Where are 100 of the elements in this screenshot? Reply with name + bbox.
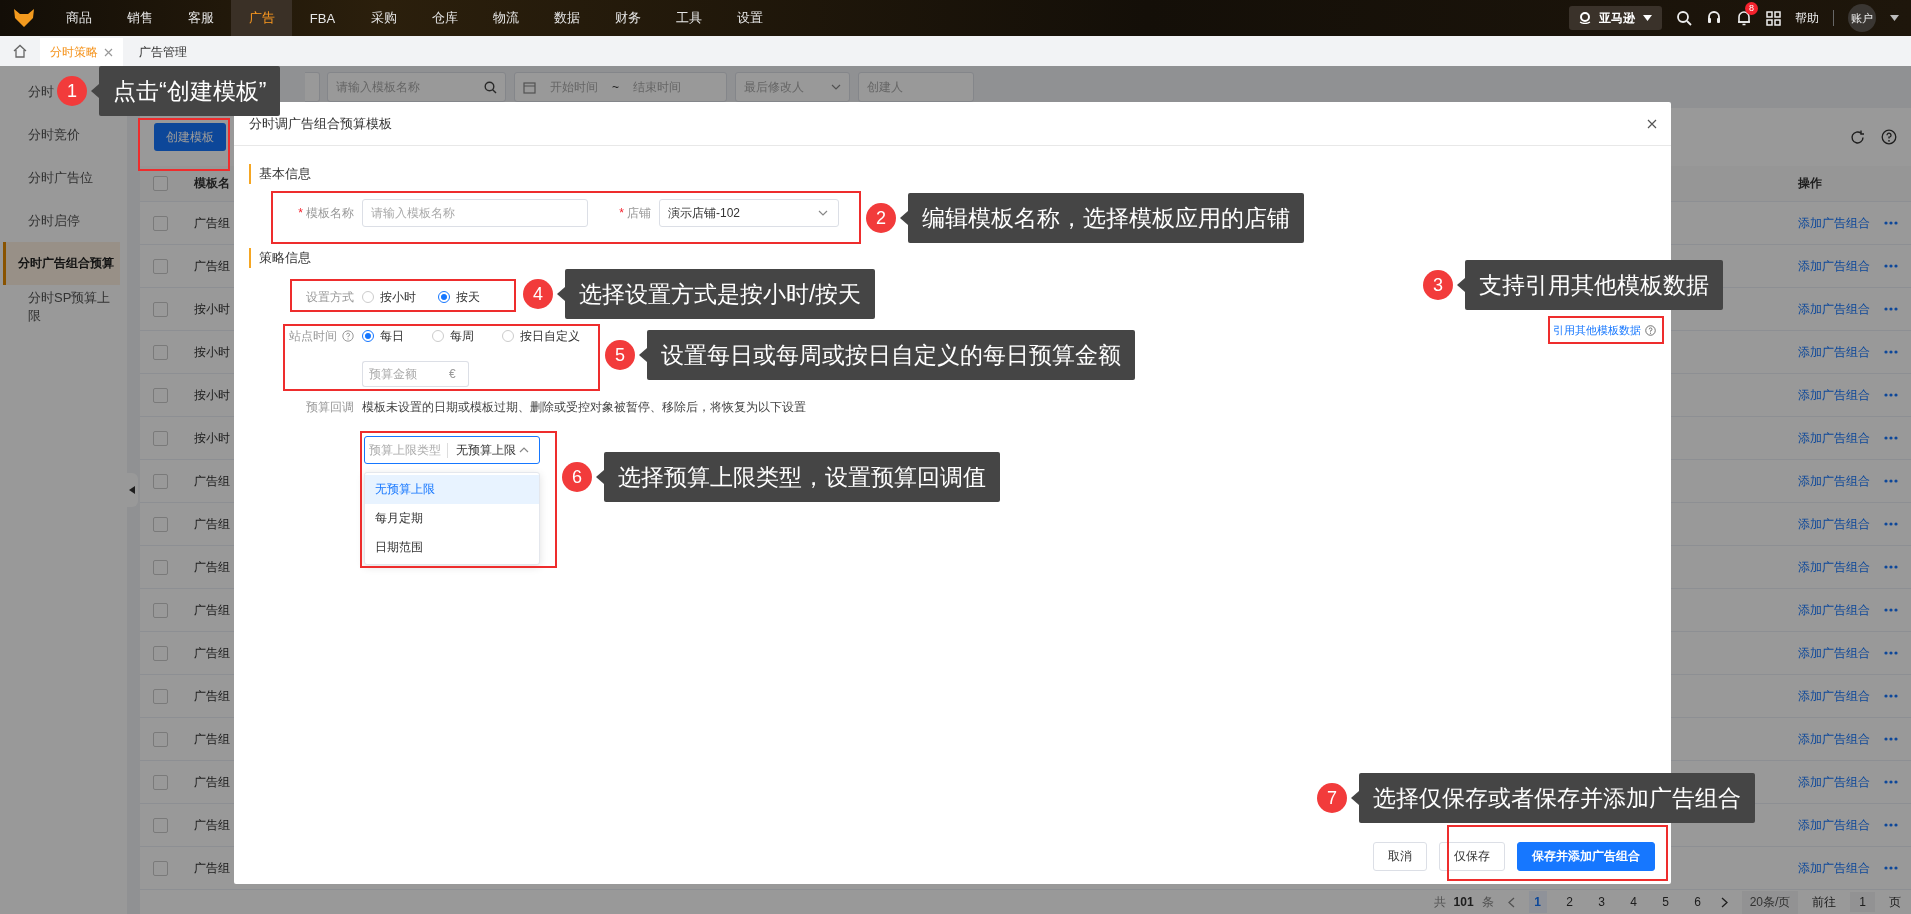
nav-item[interactable]: 设置 (719, 0, 780, 36)
row-checkbox[interactable] (152, 344, 168, 360)
radio-button[interactable] (362, 330, 374, 342)
add-portfolio-link[interactable]: 添加广告组合 (1798, 730, 1870, 748)
more-icon[interactable] (1884, 350, 1898, 354)
add-portfolio-link[interactable]: 添加广告组合 (1798, 515, 1870, 533)
select-all-checkbox[interactable] (152, 176, 168, 191)
headset-icon[interactable] (1706, 10, 1722, 26)
add-portfolio-link[interactable]: 添加广告组合 (1798, 816, 1870, 834)
more-icon[interactable] (1884, 565, 1898, 569)
sidebar-item[interactable]: 分时SP预算上限 (3, 285, 120, 328)
more-icon[interactable] (1884, 522, 1898, 526)
help-icon[interactable] (342, 330, 354, 342)
row-checkbox[interactable] (152, 860, 168, 876)
dropdown-option[interactable]: 无预算上限 (365, 475, 539, 504)
page-number[interactable]: 4 (1624, 891, 1643, 913)
more-icon[interactable] (1884, 737, 1898, 741)
more-icon[interactable] (1884, 866, 1898, 870)
more-icon[interactable] (1884, 221, 1898, 225)
add-portfolio-link[interactable]: 添加广告组合 (1798, 429, 1870, 447)
more-icon[interactable] (1884, 608, 1898, 612)
radio-option[interactable]: 每周 (432, 327, 502, 345)
more-icon[interactable] (1884, 780, 1898, 784)
nav-item[interactable]: 数据 (536, 0, 597, 36)
add-portfolio-link[interactable]: 添加广告组合 (1798, 472, 1870, 490)
row-checkbox[interactable] (152, 817, 168, 833)
row-checkbox[interactable] (152, 258, 168, 274)
search-icon[interactable] (1676, 10, 1692, 26)
row-checkbox[interactable] (152, 473, 168, 489)
page-number[interactable]: 2 (1560, 891, 1579, 913)
refresh-icon[interactable] (1850, 129, 1865, 145)
help-link[interactable]: 帮助 (1795, 9, 1819, 27)
row-checkbox[interactable] (152, 774, 168, 790)
more-icon[interactable] (1884, 651, 1898, 655)
store-select[interactable]: 演示店铺-102 (659, 199, 839, 227)
nav-item[interactable]: 采购 (353, 0, 414, 36)
dropdown-option[interactable]: 每月定期 (365, 504, 539, 533)
page-tab[interactable]: 广告管理 (129, 38, 197, 66)
help-icon[interactable] (1881, 129, 1897, 145)
add-portfolio-link[interactable]: 添加广告组合 (1798, 644, 1870, 662)
nav-item[interactable]: 财务 (597, 0, 658, 36)
apps-grid-icon[interactable] (1766, 10, 1781, 26)
more-icon[interactable] (1884, 479, 1898, 483)
nav-item[interactable]: FBA (292, 0, 353, 36)
caret-icon[interactable] (1890, 15, 1899, 21)
dialog-button[interactable]: 取消 (1373, 842, 1427, 871)
sidebar-item[interactable]: 分时广告位 (3, 156, 120, 199)
add-portfolio-link[interactable]: 添加广告组合 (1798, 257, 1870, 275)
radio-option[interactable]: 按小时 (362, 288, 438, 306)
row-checkbox[interactable] (152, 430, 168, 446)
add-portfolio-link[interactable]: 添加广告组合 (1798, 386, 1870, 404)
sidebar-item[interactable]: 分时启停 (3, 199, 120, 242)
row-checkbox[interactable] (152, 688, 168, 704)
row-checkbox[interactable] (152, 516, 168, 532)
more-icon[interactable] (1884, 694, 1898, 698)
more-icon[interactable] (1884, 307, 1898, 311)
nav-item[interactable]: 广告 (231, 0, 292, 36)
nav-item[interactable]: 工具 (658, 0, 719, 36)
home-icon[interactable] (13, 44, 27, 58)
row-checkbox[interactable] (152, 215, 168, 231)
row-checkbox[interactable] (152, 301, 168, 317)
add-portfolio-link[interactable]: 添加广告组合 (1798, 343, 1870, 361)
dialog-button[interactable]: 保存并添加广告组合 (1517, 842, 1655, 871)
radio-button[interactable] (362, 291, 374, 303)
account-avatar[interactable]: 账户 (1848, 4, 1876, 32)
page-number[interactable]: 5 (1656, 891, 1675, 913)
create-template-button[interactable]: 创建模板 (154, 123, 226, 151)
more-icon[interactable] (1884, 393, 1898, 397)
more-icon[interactable] (1884, 823, 1898, 827)
page-number[interactable]: 3 (1592, 891, 1611, 913)
template-name-field[interactable]: 请输入模板名称 (362, 199, 588, 227)
row-checkbox[interactable] (152, 387, 168, 403)
radio-option[interactable]: 按日自定义 (502, 327, 580, 345)
prev-page-icon[interactable] (1507, 896, 1515, 908)
radio-button[interactable] (432, 330, 444, 342)
nav-item[interactable]: 客服 (170, 0, 231, 36)
nav-item[interactable]: 销售 (109, 0, 170, 36)
bell-icon[interactable] (1736, 10, 1752, 26)
next-page-icon[interactable] (1720, 896, 1728, 908)
platform-select[interactable]: 亚马逊 (1569, 6, 1662, 30)
close-icon[interactable] (1647, 118, 1657, 129)
add-portfolio-link[interactable]: 添加广告组合 (1798, 558, 1870, 576)
more-icon[interactable] (1884, 436, 1898, 440)
radio-option[interactable]: 按天 (438, 288, 480, 306)
sidebar-item[interactable]: 分时竞价 (3, 113, 120, 156)
radio-button[interactable] (438, 291, 450, 303)
page-number[interactable]: 6 (1688, 891, 1707, 913)
sidebar-item[interactable]: 分时广告组合预算 (3, 242, 120, 285)
nav-item[interactable]: 商品 (48, 0, 109, 36)
more-icon[interactable] (1884, 264, 1898, 268)
reference-template-link[interactable]: 引用其他模板数据 (1553, 323, 1656, 338)
dropdown-option[interactable]: 日期范围 (365, 533, 539, 562)
row-checkbox[interactable] (152, 731, 168, 747)
add-portfolio-link[interactable]: 添加广告组合 (1798, 773, 1870, 791)
dialog-button[interactable]: 仅保存 (1439, 842, 1505, 871)
fox-logo[interactable] (13, 8, 35, 28)
add-portfolio-link[interactable]: 添加广告组合 (1798, 300, 1870, 318)
add-portfolio-link[interactable]: 添加广告组合 (1798, 687, 1870, 705)
radio-option[interactable]: 每日 (362, 327, 432, 345)
add-portfolio-link[interactable]: 添加广告组合 (1798, 214, 1870, 232)
